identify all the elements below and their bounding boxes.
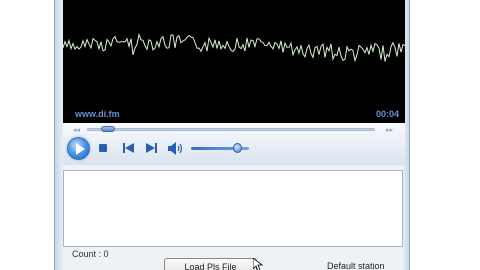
waveform-graph: [63, 32, 405, 63]
speaker-icon[interactable]: [167, 142, 183, 155]
playback-controls: ◂◂ ▸▸: [63, 123, 405, 165]
window-left-border: [55, 0, 63, 270]
default-station-label[interactable]: Default station: [327, 261, 385, 270]
waveform-line: [63, 32, 405, 63]
station-count: Count : 0: [72, 249, 109, 259]
volume-thumb[interactable]: [233, 143, 243, 153]
previous-track-button[interactable]: [123, 143, 134, 153]
seek-forward-icon[interactable]: ▸▸: [386, 126, 393, 134]
elapsed-time: 00:04: [375, 109, 399, 119]
radio-player-window: www.di.fm 00:04 ◂◂ ▸▸ Count : 0 Load Pls…: [54, 0, 410, 270]
next-track-button[interactable]: [146, 143, 157, 153]
visualizer-display: www.di.fm 00:04: [63, 0, 405, 123]
station-url: www.di.fm: [75, 109, 120, 119]
seek-rewind-icon[interactable]: ◂◂: [73, 126, 80, 134]
mouse-cursor-icon: [253, 258, 263, 270]
play-icon: [76, 143, 85, 155]
stop-button[interactable]: [99, 144, 107, 152]
seek-thumb[interactable]: [100, 126, 115, 132]
play-button[interactable]: [67, 137, 90, 160]
station-list[interactable]: [63, 170, 403, 247]
load-pls-file-button[interactable]: Load Pls File: [164, 258, 257, 270]
seek-bar[interactable]: [87, 128, 375, 131]
